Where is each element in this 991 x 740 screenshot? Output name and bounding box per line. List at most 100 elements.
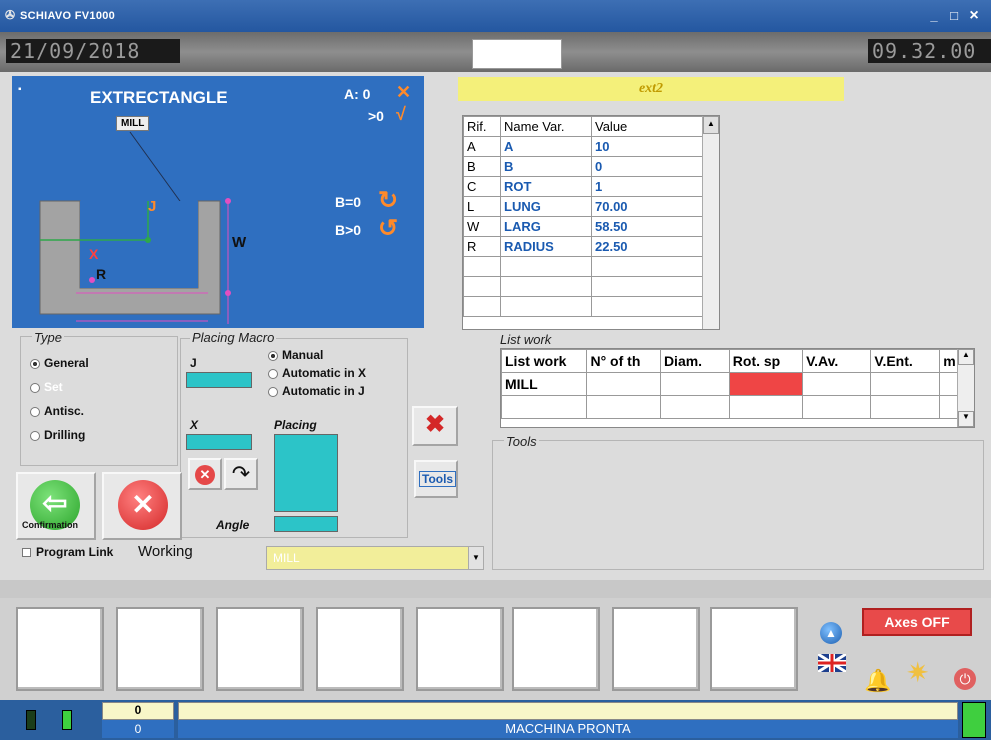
radio-icon[interactable] [268,350,278,361]
power-icon[interactable]: ⏻ [954,668,976,690]
chevron-down-icon[interactable]: ▼ [468,547,483,569]
radio-label: Drilling [44,428,86,442]
function-key-5[interactable] [416,607,504,691]
radio-icon[interactable] [268,386,278,397]
radio-icon[interactable] [268,368,278,379]
radio-label: Automatic in X [282,366,367,380]
macro-diagram: EXTRECTANGLE ▪ MILL A: 0 ✕ >0 √ B=0 ↻ B>… [12,76,424,328]
radio-option[interactable]: Manual [268,348,366,366]
ready-led [962,702,986,738]
program-name: ext2 [458,77,844,101]
function-key-2[interactable] [116,607,204,691]
info-up-icon[interactable]: ▲ [820,622,842,644]
radio-option[interactable]: Set [30,380,89,404]
list-scrollbar[interactable]: ▲ ▼ [957,349,974,427]
time-display: 09.32.00 [868,39,991,63]
title-bar: ✇ SCHIAVO FV1000 _ □ × [0,0,991,32]
r-label: R [96,266,107,282]
function-key-7[interactable] [612,607,700,691]
working-select[interactable]: MILL ▼ [266,546,484,570]
table-row[interactable] [463,256,703,277]
cancel-button[interactable]: ✕ [102,472,182,540]
radio-icon[interactable] [30,382,40,393]
confirmation-label: Confirmation [22,520,78,530]
cancel-small-button[interactable]: ✕ [188,458,222,490]
table-cell [500,276,592,297]
alarm-bell-icon[interactable]: 🔔 [864,668,891,694]
uk-flag-icon[interactable] [817,652,847,674]
table-cell: L [463,196,501,217]
list-cell [659,372,730,396]
app-icon: ✇ [5,8,16,22]
radio-icon[interactable] [30,358,40,369]
table-row[interactable] [463,276,703,297]
placing-options: Manual Automatic in X Automatic in J [268,348,366,402]
radio-option[interactable]: Antisc. [30,404,89,428]
list-row[interactable]: MILL [501,372,974,396]
radio-icon[interactable] [30,430,40,441]
table-cell: B [463,156,501,177]
function-key-4[interactable] [316,607,404,691]
table-row[interactable] [463,296,703,317]
function-key-1[interactable] [16,607,104,691]
list-header-cell: V.Av. [802,349,872,373]
table-cell: 10 [591,136,703,157]
radio-option[interactable]: Automatic in J [268,384,366,402]
scroll-up-icon[interactable]: ▲ [703,116,719,134]
led-2 [62,710,72,730]
placing-preview [274,434,338,512]
x-field[interactable] [186,434,252,450]
w-label: W [232,234,247,251]
confirmation-button[interactable]: ⇦ Confirmation [16,472,96,540]
scrollbar[interactable]: ▲ [702,116,719,329]
warning-icon[interactable]: ✷ [906,656,929,689]
table-header: Rif. Name Var. Value [463,116,703,137]
separator-strip [0,580,991,598]
delete-button[interactable]: ✖ [412,406,458,446]
table-row[interactable]: BB0 [463,156,703,177]
function-key-3[interactable] [216,607,304,691]
radio-icon[interactable] [30,406,40,417]
function-key-8[interactable] [710,607,798,691]
list-scroll-up-icon[interactable]: ▲ [958,349,974,365]
function-key-6[interactable] [512,607,600,691]
table-row[interactable]: C ROT 1 [463,176,703,197]
list-cell [870,395,941,419]
list-scroll-down-icon[interactable]: ▼ [958,411,974,427]
cancel-icon: ✕ [195,465,215,485]
program-link-label: Program Link [36,545,114,559]
radio-option[interactable]: General [30,356,89,380]
cancel-x-icon: ✕ [118,480,168,530]
table-row[interactable]: W LARG 58.50 [463,216,703,237]
angle-field[interactable] [274,516,338,532]
radio-option[interactable]: Automatic in X [268,366,366,384]
table-cell [500,296,592,317]
working-label: Working [138,543,193,560]
axes-off-button[interactable]: Axes OFF [862,608,972,636]
redo-button[interactable]: ↷ [224,458,258,490]
x-field-label: X [190,418,199,432]
table-row[interactable]: A A 10 [463,136,703,157]
date-display: 21/09/2018 [6,39,180,63]
table-cell: B [500,156,592,177]
list-row[interactable] [501,395,974,419]
minimize-button[interactable]: _ [926,9,942,23]
program-link-checkbox[interactable] [22,548,31,557]
tools-button[interactable]: Tools [414,460,458,498]
table-row[interactable]: R RADIUS 22.50 [463,236,703,257]
radio-option[interactable]: Drilling [30,428,89,452]
machine-status: MACCHINA PRONTA [178,720,958,738]
angle-label: Angle [216,518,250,532]
list-header-cell: Rot. sp [728,349,804,373]
close-button[interactable]: × [966,8,982,24]
table-cell [463,296,501,317]
list-header-cell: List work [501,349,588,373]
j-field[interactable] [186,372,252,388]
table-cell: LARG [500,216,592,237]
radio-label: Automatic in J [282,384,365,398]
table-cell [500,256,592,277]
maximize-button[interactable]: □ [946,9,962,23]
j-label: J [148,198,157,215]
list-header-cell: N° of th [586,349,661,373]
table-row[interactable]: L LUNG 70.00 [463,196,703,217]
